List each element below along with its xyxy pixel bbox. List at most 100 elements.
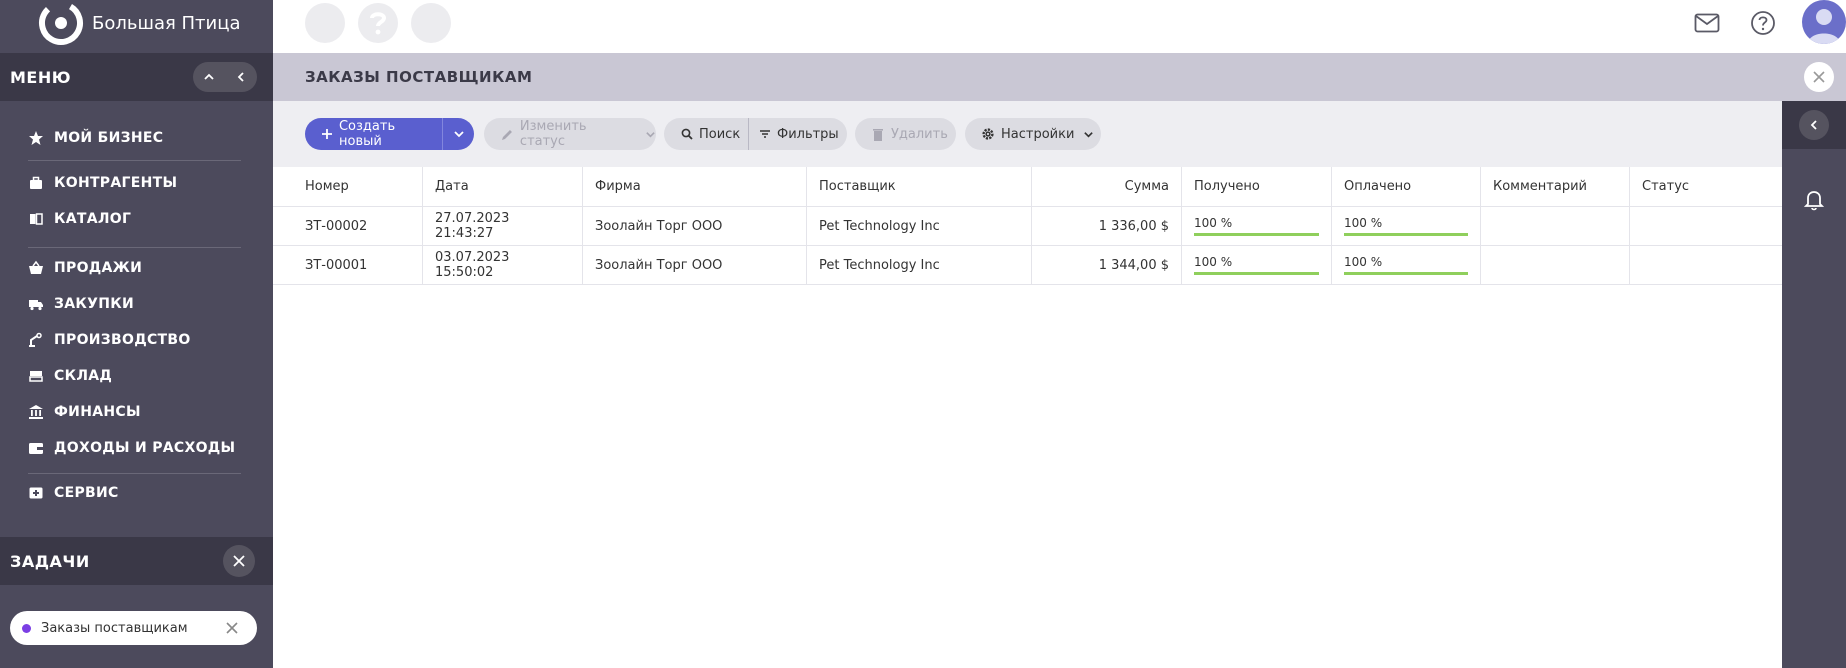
logo[interactable]: Большая Птица bbox=[38, 0, 241, 46]
search-button[interactable]: Поиск bbox=[664, 127, 748, 142]
column-header-status[interactable]: Статус bbox=[1630, 167, 1782, 206]
nav-item-my-business[interactable]: МОЙ БИЗНЕС bbox=[28, 124, 163, 152]
nav-item-income-expenses[interactable]: ДОХОДЫ И РАСХОДЫ bbox=[28, 434, 235, 462]
column-header-firm[interactable]: Фирма bbox=[583, 167, 807, 206]
robot-arm-icon bbox=[28, 332, 44, 348]
chevron-down-icon bbox=[1084, 131, 1094, 138]
received-progress: 100 % bbox=[1194, 216, 1319, 236]
create-new-dropdown-button[interactable] bbox=[443, 128, 474, 140]
help-button[interactable] bbox=[1749, 9, 1777, 37]
plus-icon bbox=[321, 129, 332, 139]
progress-fill bbox=[1194, 233, 1319, 236]
column-header-paid[interactable]: Оплачено bbox=[1332, 167, 1481, 206]
nav-item-finance[interactable]: ФИНАНСЫ bbox=[28, 398, 141, 426]
tasks-close-button[interactable] bbox=[223, 545, 255, 577]
column-header-comment[interactable]: Комментарий bbox=[1481, 167, 1630, 206]
menu-controls bbox=[193, 62, 257, 92]
nav-divider bbox=[28, 473, 241, 474]
user-icon bbox=[1808, 9, 1840, 44]
logo-text: Большая Птица bbox=[92, 12, 241, 34]
nav-item-label: МОЙ БИЗНЕС bbox=[54, 130, 164, 146]
cell-sum: 1 344,00 $ bbox=[1032, 246, 1182, 284]
nav-item-contractors[interactable]: КОНТРАГЕНТЫ bbox=[28, 169, 177, 197]
wallet-icon bbox=[28, 440, 44, 456]
cell-date: 27.07.2023 21:43:27 bbox=[423, 207, 583, 245]
nav-item-sales[interactable]: ПРОДАЖИ bbox=[28, 254, 142, 282]
pencil-icon bbox=[501, 129, 512, 140]
filters-label: Фильтры bbox=[777, 126, 839, 142]
nav-item-label: СЕРВИС bbox=[54, 485, 119, 501]
placeholder-circle-button[interactable] bbox=[305, 3, 345, 43]
expand-panel-button[interactable] bbox=[1799, 110, 1829, 140]
nav-divider bbox=[28, 247, 241, 248]
star-icon bbox=[28, 130, 44, 146]
nav-item-warehouse[interactable]: СКЛАД bbox=[28, 362, 112, 390]
table-row[interactable]: ЗТ-00002 27.07.2023 21:43:27 Зоолайн Тор… bbox=[273, 207, 1782, 246]
truck-icon bbox=[28, 296, 44, 312]
cell-supplier: Pet Technology Inc bbox=[807, 246, 1032, 284]
search-label: Поиск bbox=[699, 126, 741, 142]
column-header-sum[interactable]: Сумма bbox=[1032, 167, 1182, 206]
briefcase-icon bbox=[28, 175, 44, 191]
nav-item-service[interactable]: СЕРВИС bbox=[28, 479, 119, 507]
cell-comment bbox=[1481, 246, 1630, 284]
nav-item-label: КАТАЛОГ bbox=[54, 211, 132, 227]
gear-icon bbox=[982, 128, 994, 140]
notifications-button[interactable] bbox=[1803, 189, 1825, 215]
close-icon bbox=[233, 555, 245, 567]
column-header-received[interactable]: Получено bbox=[1182, 167, 1332, 206]
progress-track bbox=[1194, 233, 1319, 236]
nav-item-label: КОНТРАГЕНТЫ bbox=[54, 175, 178, 191]
column-header-supplier[interactable]: Поставщик bbox=[807, 167, 1032, 206]
nav-item-production[interactable]: ПРОИЗВОДСТВО bbox=[28, 326, 191, 354]
task-status-dot bbox=[22, 623, 31, 633]
close-page-button[interactable] bbox=[1804, 62, 1834, 92]
right-panel bbox=[1782, 101, 1846, 668]
avatar[interactable] bbox=[1802, 0, 1846, 44]
task-close-button[interactable] bbox=[225, 620, 239, 639]
collapse-left-button[interactable] bbox=[225, 62, 257, 92]
help-circle-button[interactable] bbox=[358, 3, 398, 43]
toolbar: Создать новый Изменить статус Поиск Филь… bbox=[273, 101, 1782, 167]
logo-icon bbox=[38, 0, 84, 46]
cell-date: 03.07.2023 15:50:02 bbox=[423, 246, 583, 284]
paid-progress: 100 % bbox=[1344, 216, 1468, 236]
right-panel-header bbox=[1782, 101, 1846, 149]
nav-item-label: СКЛАД bbox=[54, 368, 113, 384]
create-new-button[interactable]: Создать новый bbox=[305, 119, 442, 149]
cell-status bbox=[1630, 207, 1782, 245]
progress-track bbox=[1344, 233, 1468, 236]
column-header-number[interactable]: Номер bbox=[293, 167, 423, 206]
nav-item-label: ЗАКУПКИ bbox=[54, 296, 134, 312]
table-row[interactable]: ЗТ-00001 03.07.2023 15:50:02 Зоолайн Тор… bbox=[273, 246, 1782, 285]
cell-paid: 100 % bbox=[1332, 207, 1481, 245]
filters-button[interactable]: Фильтры bbox=[749, 127, 839, 142]
nav-item-purchases[interactable]: ЗАКУПКИ bbox=[28, 290, 134, 318]
search-icon bbox=[681, 128, 693, 140]
collapse-up-button[interactable] bbox=[193, 62, 225, 92]
placeholder-circle-button[interactable] bbox=[411, 3, 451, 43]
settings-button[interactable]: Настройки bbox=[965, 118, 1101, 150]
cell-comment bbox=[1481, 207, 1630, 245]
column-header-date[interactable]: Дата bbox=[423, 167, 583, 206]
create-new-button-group: Создать новый bbox=[305, 118, 474, 150]
mail-button[interactable] bbox=[1693, 9, 1721, 37]
nav-item-catalog[interactable]: КАТАЛОГ bbox=[28, 205, 131, 233]
task-chip[interactable]: Заказы поставщикам bbox=[10, 611, 257, 645]
sidebar: Большая Птица МЕНЮ МОЙ БИЗНЕС КОНТРАГЕНТ… bbox=[0, 0, 273, 668]
cell-received: 100 % bbox=[1182, 207, 1332, 245]
create-new-label: Создать новый bbox=[338, 119, 396, 149]
cell-sum: 1 336,00 $ bbox=[1032, 207, 1182, 245]
bank-icon bbox=[28, 404, 44, 420]
menu-header: МЕНЮ bbox=[0, 53, 273, 101]
cell-supplier: Pet Technology Inc bbox=[807, 207, 1032, 245]
close-icon bbox=[1813, 71, 1825, 83]
top-bar bbox=[273, 0, 1846, 53]
chevron-up-icon bbox=[204, 73, 214, 80]
service-icon bbox=[28, 485, 44, 501]
nav-item-label: ПРОИЗВОДСТВО bbox=[54, 332, 191, 348]
cell-number: ЗТ-00002 bbox=[293, 207, 423, 245]
change-status-button[interactable]: Изменить статус bbox=[484, 118, 656, 150]
received-progress: 100 % bbox=[1194, 255, 1319, 275]
delete-button[interactable]: Удалить bbox=[855, 118, 956, 150]
